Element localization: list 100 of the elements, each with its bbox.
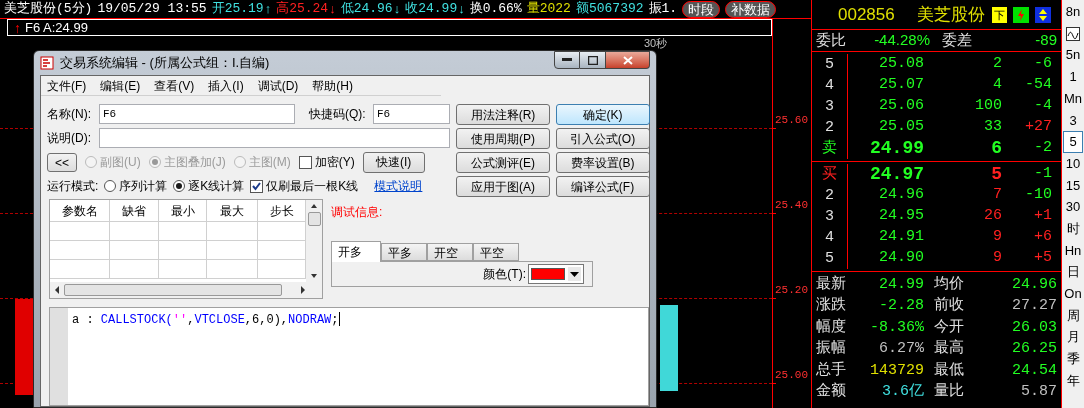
scroll-right-icon[interactable] (300, 286, 306, 294)
order-price: 24.95 (878, 206, 924, 227)
period-button[interactable]: 5 (1063, 131, 1083, 153)
minimize-button[interactable] (554, 51, 580, 69)
close-icon (622, 55, 633, 65)
stat-value: 5.87 (1021, 382, 1057, 402)
checkbox-option[interactable]: 仅刷最后一根K线 (250, 177, 359, 195)
order-price: 25.05 (878, 117, 924, 138)
flag-badge[interactable]: 下 (992, 6, 1007, 23)
signal-tab[interactable]: 平多 (381, 243, 427, 261)
radio-option[interactable]: 序列计算 (104, 177, 168, 195)
quote-item: 美芝股份(5分) (4, 0, 93, 19)
period-button[interactable]: 5n (1063, 44, 1083, 67)
period-button[interactable]: Hn (1063, 239, 1083, 262)
order-volume: 33 (983, 117, 1002, 138)
up-down-arrows-icon[interactable] (1035, 6, 1051, 23)
order-volume: 4 (992, 75, 1002, 96)
period-button[interactable]: 周 (1063, 304, 1083, 327)
maximize-icon (587, 55, 598, 65)
lightning-icon[interactable] (1013, 6, 1029, 23)
description-label: 说明(D): (47, 130, 92, 147)
scroll-left-icon[interactable] (54, 286, 60, 294)
hotkey-field[interactable]: F6 (373, 104, 450, 124)
order-level: 3 (812, 96, 848, 117)
name-field[interactable]: F6 (99, 104, 295, 124)
period-button[interactable]: 1 (1063, 66, 1083, 88)
order-level: 2 (812, 117, 848, 138)
minimize-icon (562, 58, 572, 62)
checkbox-option[interactable]: 加密(Y) (298, 153, 355, 171)
price-axis-label: 25.40 (775, 199, 808, 211)
menu-item[interactable]: 编辑(E) (100, 76, 141, 95)
stock-name: 美芝股份 (916, 3, 985, 26)
radio-option: 主图(M) (233, 153, 291, 171)
column-header: 参数名 (50, 200, 110, 221)
order-price: 24.96 (878, 185, 924, 206)
trend-arrow: ↑ (264, 0, 272, 19)
period-button[interactable]: 日 (1063, 261, 1083, 283)
checkmark-icon (252, 181, 262, 191)
vertical-scrollbar[interactable] (306, 200, 322, 282)
dialog-button[interactable]: 引入公式(O) (555, 128, 650, 149)
scroll-thumb[interactable] (307, 212, 321, 226)
period-button[interactable]: 年 (1063, 369, 1083, 392)
fast-button[interactable]: 快速(I) (362, 151, 425, 173)
color-dropdown[interactable] (528, 264, 584, 284)
order-change: +6 (1033, 227, 1052, 248)
dialog-button[interactable]: 编译公式(F) (555, 176, 650, 197)
code-line: a : CALLSTOCK('',VTCLOSE,6,0),NODRAW; (71, 312, 339, 329)
dialog-button[interactable]: 费率设置(B) (555, 152, 650, 173)
description-field[interactable] (99, 128, 450, 148)
collapse-button[interactable]: << (47, 152, 77, 172)
period-button[interactable]: 30 (1063, 196, 1083, 218)
period-button[interactable]: 3 (1063, 109, 1083, 132)
order-volume: 6 (990, 137, 1002, 160)
order-volume: 7 (992, 185, 1002, 206)
menu-item[interactable]: 插入(I) (208, 76, 244, 95)
period-button[interactable]: Mn (1063, 87, 1083, 110)
trend-arrow: ↓ (393, 0, 401, 19)
quote-item: 额5067392 (575, 0, 644, 19)
period-badge[interactable]: 补数据 (725, 0, 777, 18)
quote-item: 高25.24 (276, 0, 329, 19)
dialog-button[interactable]: 公式测评(E) (456, 152, 550, 173)
period-button[interactable]: 15 (1063, 174, 1083, 197)
period-button[interactable]: On (1063, 282, 1083, 305)
period-badge[interactable]: 时段 (682, 0, 721, 18)
dialog-button[interactable]: 确定(K) (555, 104, 650, 125)
period-button[interactable]: 10 (1063, 152, 1083, 175)
menu-item[interactable]: 调试(D) (257, 76, 299, 95)
close-button[interactable] (606, 51, 650, 69)
horizontal-scrollbar[interactable] (50, 282, 322, 298)
order-level: 5 (812, 248, 848, 269)
order-level: 买 (812, 164, 848, 185)
order-level: 4 (812, 227, 848, 248)
quote-item: 低24.96 (340, 0, 393, 19)
menu-item[interactable]: 帮助(H) (312, 76, 353, 95)
order-price: 24.97 (869, 163, 924, 186)
period-button[interactable]: 时 (1063, 217, 1083, 240)
stat-label: 前收 (934, 296, 965, 316)
signal-tab[interactable]: 开多 (331, 241, 381, 262)
stat-label: 今开 (934, 317, 965, 338)
order-change: +5 (1033, 248, 1052, 269)
dialog-button[interactable]: 使用周期(P) (456, 128, 550, 149)
quote-item: 量2022 (526, 0, 571, 19)
dialog-button[interactable]: 应用于图(A) (456, 176, 550, 197)
menu-item[interactable]: 文件(F) (47, 76, 87, 95)
dialog-button[interactable]: 用法注释(R) (456, 104, 550, 125)
stat-value: 24.99 (878, 274, 924, 295)
stat-value: 26.03 (1012, 317, 1057, 338)
code-editor[interactable]: a : CALLSTOCK('',VTCLOSE,6,0),NODRAW; (49, 307, 649, 406)
radio-option: 副图(U) (85, 153, 141, 171)
order-price: 25.06 (878, 96, 924, 117)
period-button[interactable]: 季 (1063, 348, 1083, 370)
radio-option[interactable]: 逐K线计算 (173, 177, 245, 195)
signal-tab[interactable]: 平空 (473, 243, 519, 261)
period-button[interactable]: 8n (1063, 1, 1083, 23)
signal-tab[interactable]: 开空 (427, 243, 473, 261)
mode-help-link[interactable]: 模式说明 (374, 177, 423, 195)
scroll-thumb[interactable] (64, 284, 282, 296)
maximize-button[interactable] (580, 51, 606, 69)
period-button[interactable]: 月 (1063, 326, 1083, 348)
menu-item[interactable]: 查看(V) (154, 76, 195, 95)
